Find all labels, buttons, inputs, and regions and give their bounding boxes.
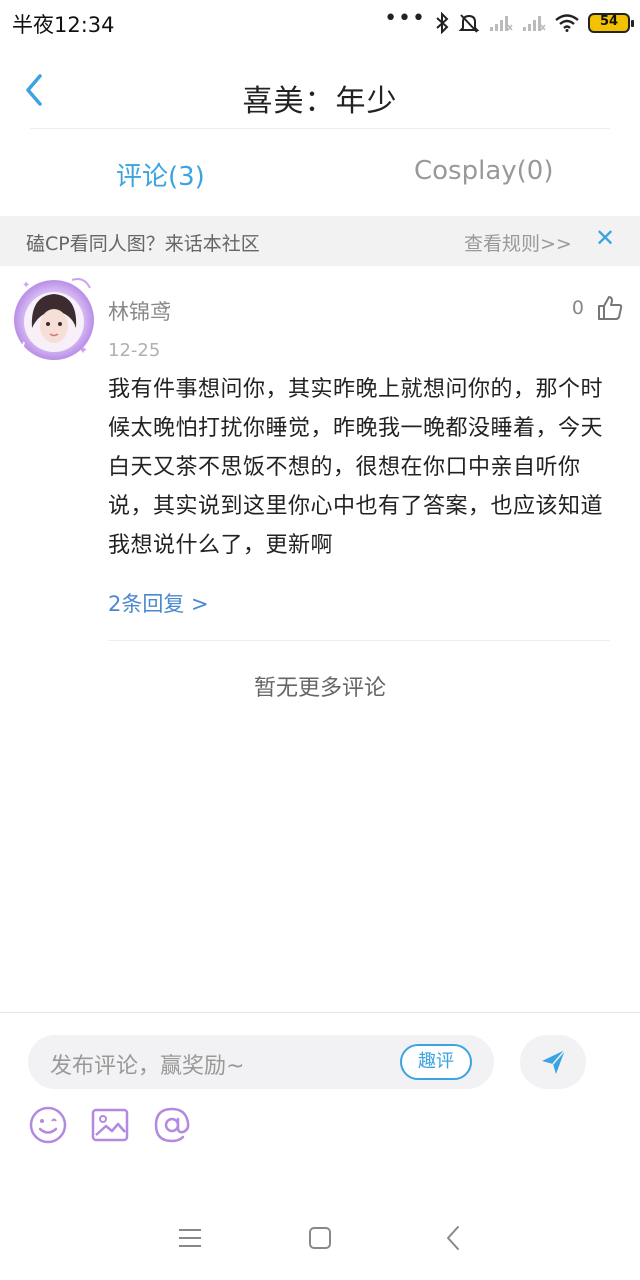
header: 喜美：年少 (0, 46, 640, 130)
svg-text:✦: ✦ (78, 343, 88, 357)
status-icons: ••• 54 (384, 6, 634, 38)
tab-comments[interactable]: 评论(3) (116, 156, 205, 193)
send-button[interactable] (520, 1035, 586, 1089)
notice-text: 磕CP看同人图？来话本社区 (26, 233, 260, 255)
comment-input-placeholder: 发布评论，赢奖励~ (50, 1054, 245, 1079)
status-time: 半夜12:34 (12, 13, 115, 37)
menu-icon[interactable] (176, 1224, 204, 1252)
no-more-comments: 暂无更多评论 (253, 676, 386, 701)
battery-icon: 54 (588, 13, 634, 33)
battery-level: 54 (599, 14, 619, 29)
more-dots-icon: ••• (384, 6, 426, 31)
wifi-icon (555, 14, 579, 32)
comment-page: 半夜12:34 ••• 54 喜美：年少 评论(3) Cosplay(0) 磕C… (0, 0, 640, 1280)
view-rules-link[interactable]: 查看规则>> (464, 229, 572, 256)
like-button[interactable]: 0 (572, 294, 624, 322)
svg-text:✦: ✦ (22, 280, 30, 291)
avatar[interactable]: ✦ ✦ (12, 270, 96, 364)
header-divider (30, 128, 610, 129)
comment-divider (108, 640, 610, 641)
status-bar: 半夜12:34 ••• 54 (0, 0, 640, 46)
thumbs-up-icon (598, 296, 623, 320)
signal-icon (522, 14, 546, 32)
composer-tools (28, 1105, 192, 1145)
comment-item: ✦ ✦ 林锦鸢 12-25 0 我有件事想问你，其实昨晚上就想问你的，那个时候太… (0, 266, 640, 640)
home-icon[interactable] (306, 1224, 334, 1252)
send-icon (542, 1049, 566, 1074)
mention-icon[interactable] (152, 1105, 192, 1145)
like-count: 0 (571, 297, 584, 319)
view-replies-link[interactable]: 2条回复 > (108, 588, 209, 618)
image-icon[interactable] (90, 1105, 130, 1145)
bluetooth-icon (435, 12, 449, 34)
bell-off-icon (458, 12, 480, 34)
back-nav-icon[interactable] (440, 1224, 468, 1252)
comment-composer: 发布评论，赢奖励~ 趣评 (0, 1012, 640, 1194)
comment-body: 我有件事想问你，其实昨晚上就想问你的，那个时候太晚怕打扰你睡觉，昨晚我一晚都没睡… (108, 377, 604, 558)
notice-bar: 磕CP看同人图？来话本社区 查看规则>> ✕ (0, 216, 640, 266)
quick-comment-button[interactable]: 趣评 (400, 1044, 472, 1080)
comment-username[interactable]: 林锦鸢 (108, 296, 171, 326)
signal-icon (489, 14, 513, 32)
emoji-icon[interactable] (28, 1105, 68, 1145)
comment-input[interactable]: 发布评论，赢奖励~ 趣评 (28, 1035, 494, 1089)
page-title: 喜美：年少 (242, 84, 398, 119)
comment-date: 12-25 (108, 340, 161, 361)
close-icon[interactable]: ✕ (595, 226, 615, 250)
tab-bar: 评论(3) Cosplay(0) (0, 130, 640, 216)
system-nav-bar (0, 1194, 640, 1280)
tab-cosplay[interactable]: Cosplay(0) (414, 156, 553, 186)
